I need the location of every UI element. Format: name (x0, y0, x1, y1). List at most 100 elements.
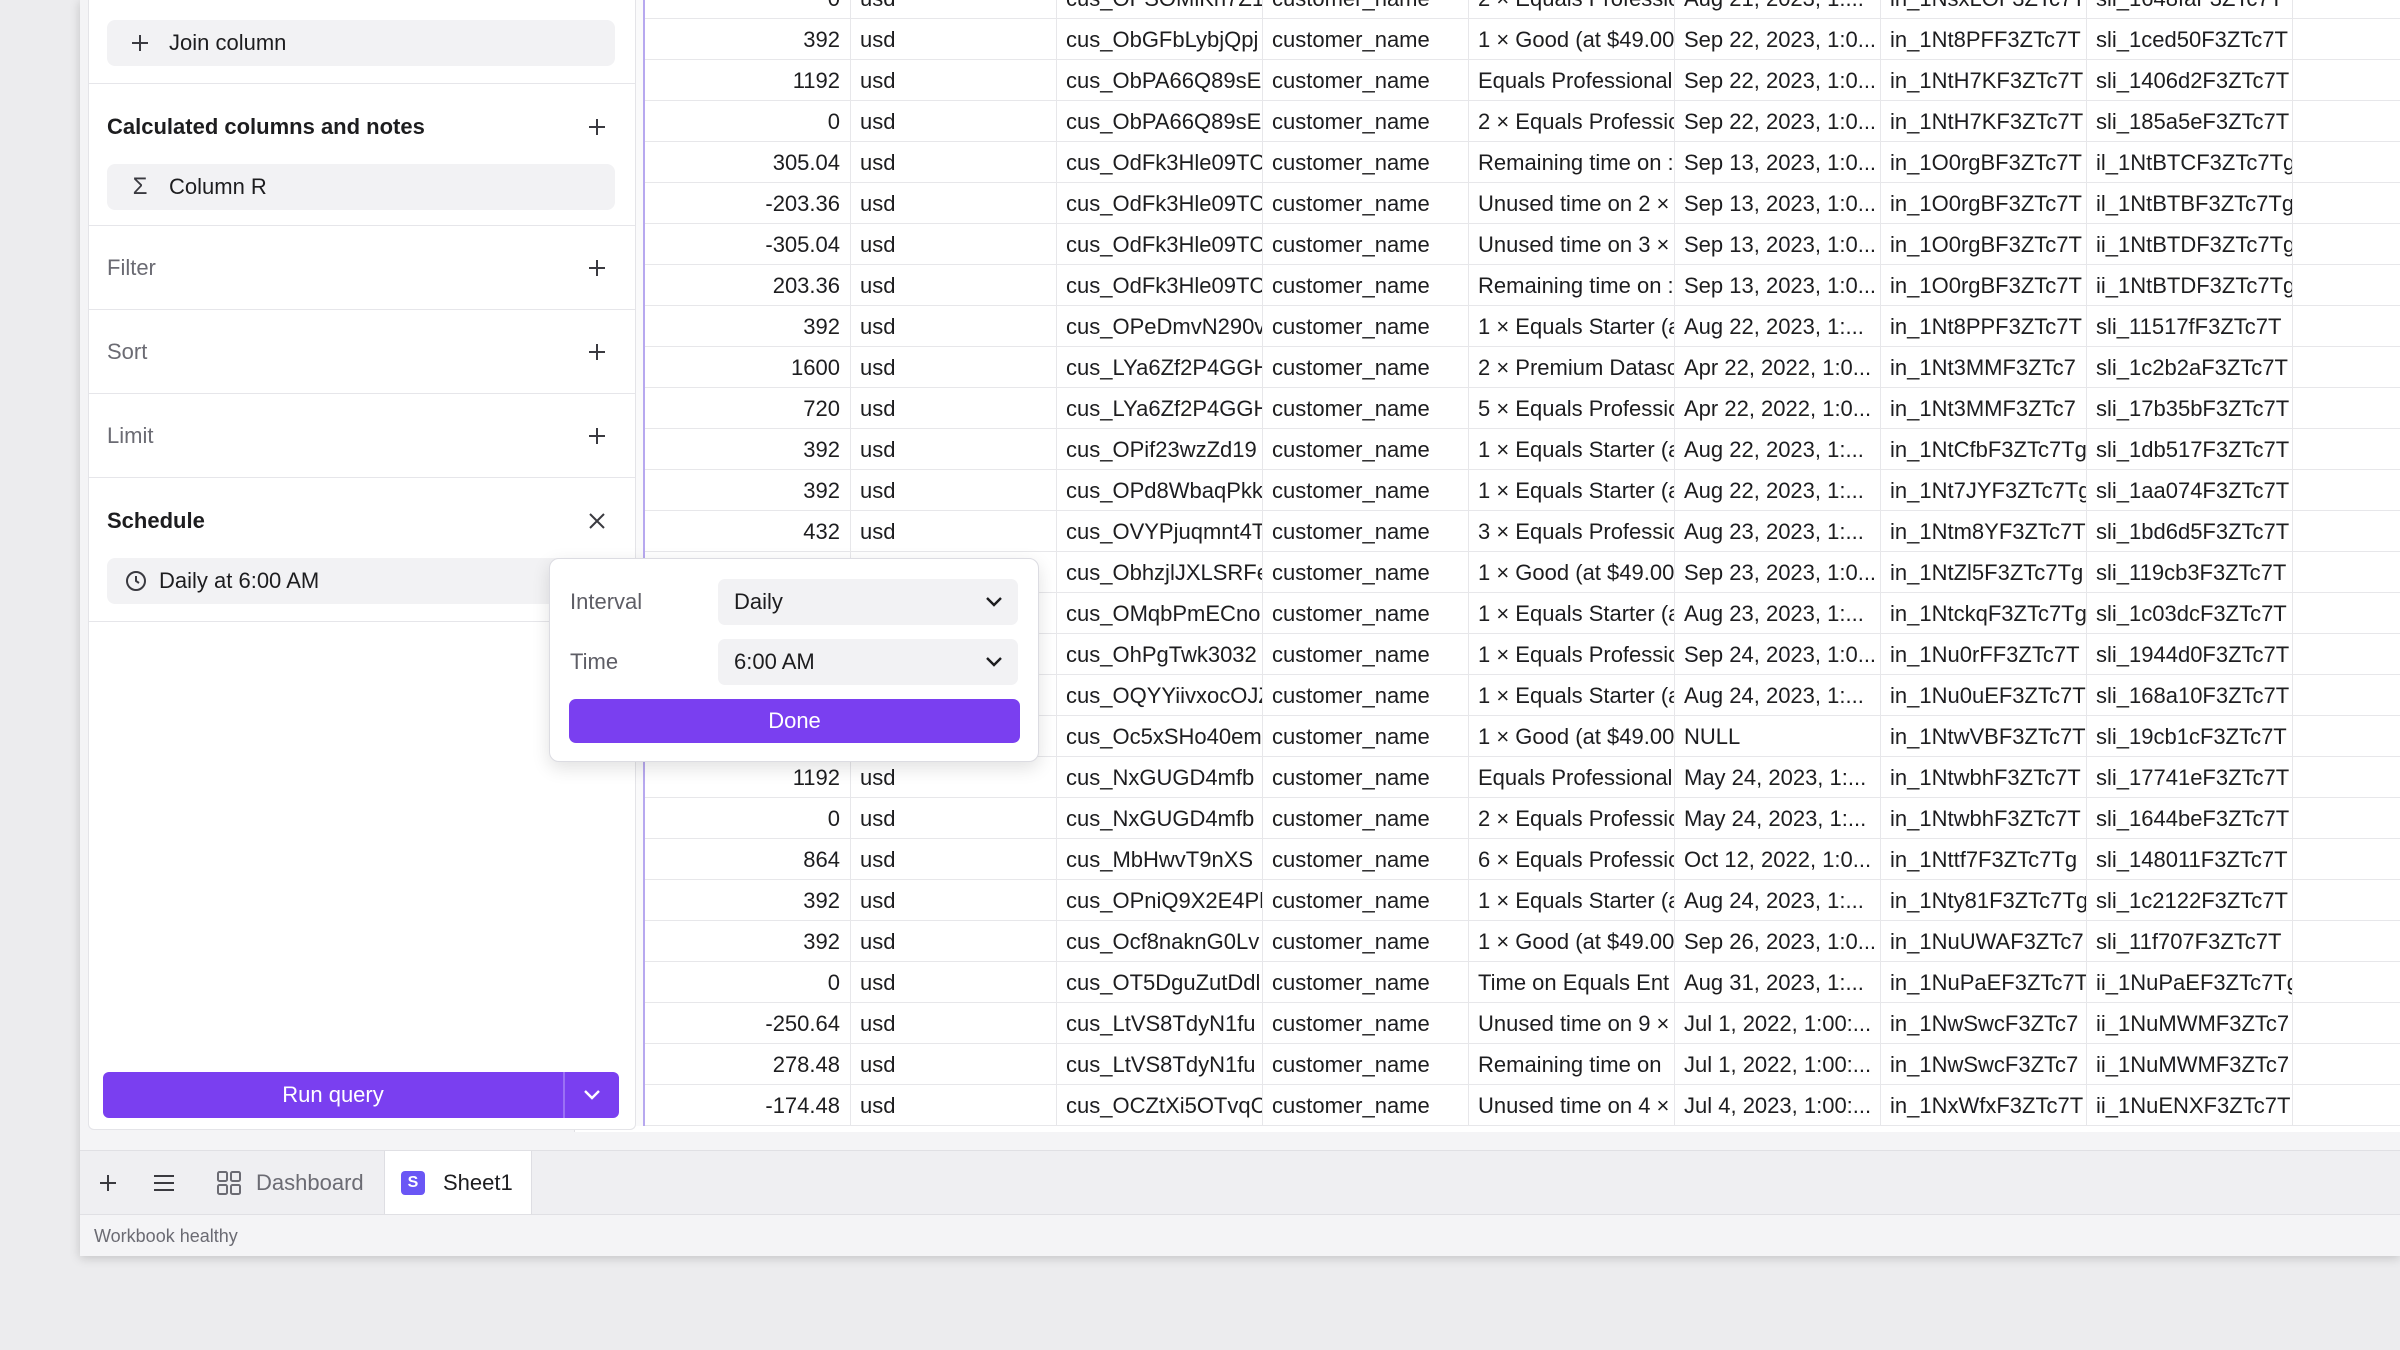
customer-id-cell[interactable]: cus_ObPA66Q89sE (1057, 101, 1263, 142)
schedule-summary-button[interactable]: Daily at 6:00 AM (107, 558, 615, 604)
date-cell[interactable]: Sep 13, 2023, 1:0... (1675, 224, 1881, 265)
table-row[interactable]: 38392usdcus_OPniQ9X2E4Plcustomer_name1 ×… (575, 880, 2400, 921)
date-cell[interactable]: Apr 22, 2022, 1:0... (1675, 388, 1881, 429)
line-item-id-cell[interactable]: sli_1db517F3ZTc7T (2087, 429, 2293, 470)
date-cell[interactable]: Sep 24, 2023, 1:0... (1675, 634, 1881, 675)
description-cell[interactable]: Time on Equals Ent (1469, 962, 1675, 1003)
date-cell[interactable]: Aug 21, 2023, 1:... (1675, 0, 1881, 19)
description-cell[interactable]: Remaining time on (1469, 1044, 1675, 1085)
date-cell[interactable]: Aug 24, 2023, 1:... (1675, 675, 1881, 716)
customer-id-cell[interactable]: cus_MbHwvT9nXS (1057, 839, 1263, 880)
customer-name-cell[interactable]: customer_name (1263, 265, 1469, 306)
line-item-id-cell[interactable]: sli_17b35bF3ZTc7T (2087, 388, 2293, 429)
amount-cell[interactable]: 203.36 (645, 265, 851, 306)
date-cell[interactable]: May 24, 2023, 1:... (1675, 757, 1881, 798)
description-cell[interactable]: 1 × Good (at $49.00 (1469, 921, 1675, 962)
table-row[interactable]: 43-174.48usdcus_OCZtXi5OTvqCcustomer_nam… (575, 1085, 2400, 1126)
line-item-id-cell[interactable]: ii_1NuMWMF3ZTc7 (2087, 1003, 2293, 1044)
amount-cell[interactable]: -203.36 (645, 183, 851, 224)
description-cell[interactable]: 5 × Equals Professic (1469, 388, 1675, 429)
amount-cell[interactable]: 392 (645, 429, 851, 470)
line-item-id-cell[interactable]: ii_1NuPaEF3ZTc7Tg (2087, 962, 2293, 1003)
customer-name-cell[interactable]: customer_name (1263, 757, 1469, 798)
customer-id-cell[interactable]: cus_OVYPjuqmnt4T (1057, 511, 1263, 552)
customer-name-cell[interactable]: customer_name (1263, 183, 1469, 224)
table-row[interactable]: 251600usdcus_LYa6Zf2P4GGHcustomer_name2 … (575, 347, 2400, 388)
customer-name-cell[interactable]: customer_name (1263, 19, 1469, 60)
add-filter-button[interactable] (579, 250, 615, 286)
customer-id-cell[interactable]: cus_ObPA66Q89sE (1057, 60, 1263, 101)
currency-cell[interactable]: usd (851, 224, 1057, 265)
currency-cell[interactable]: usd (851, 19, 1057, 60)
customer-id-cell[interactable]: cus_OPniQ9X2E4Pl (1057, 880, 1263, 921)
invoice-id-cell[interactable]: in_1O0rgBF3ZTc7T (1881, 142, 2087, 183)
customer-name-cell[interactable]: customer_name (1263, 306, 1469, 347)
table-row[interactable]: 27392usdcus_OPif23wzZd19customer_name1 ×… (575, 429, 2400, 470)
line-item-id-cell[interactable]: ii_1NtBTDF3ZTc7Tg (2087, 265, 2293, 306)
date-cell[interactable]: May 24, 2023, 1:... (1675, 798, 1881, 839)
customer-name-cell[interactable]: customer_name (1263, 388, 1469, 429)
amount-cell[interactable]: 1192 (645, 60, 851, 101)
customer-name-cell[interactable]: customer_name (1263, 880, 1469, 921)
currency-cell[interactable]: usd (851, 962, 1057, 1003)
amount-cell[interactable]: 432 (645, 511, 851, 552)
customer-id-cell[interactable]: cus_OdFk3Hle09TC (1057, 224, 1263, 265)
amount-cell[interactable]: -305.04 (645, 224, 851, 265)
invoice-id-cell[interactable]: in_1Nt8PFF3ZTc7T (1881, 19, 2087, 60)
currency-cell[interactable]: usd (851, 388, 1057, 429)
remove-schedule-button[interactable] (579, 503, 615, 539)
line-item-id-cell[interactable]: sli_1c2122F3ZTc7T (2087, 880, 2293, 921)
invoice-id-cell[interactable]: in_1NwSwcF3ZTc7 (1881, 1003, 2087, 1044)
customer-id-cell[interactable]: cus_OdFk3Hle09TC (1057, 142, 1263, 183)
currency-cell[interactable]: usd (851, 880, 1057, 921)
table-row[interactable]: 20305.04usdcus_OdFk3Hle09TCcustomer_name… (575, 142, 2400, 183)
invoice-id-cell[interactable]: in_1NtH7KF3ZTc7T (1881, 101, 2087, 142)
currency-cell[interactable]: usd (851, 347, 1057, 388)
line-item-id-cell[interactable]: sli_1406d2F3ZTc7T (2087, 60, 2293, 101)
table-row[interactable]: 28392usdcus_OPd8WbaqPkkcustomer_name1 × … (575, 470, 2400, 511)
customer-id-cell[interactable]: cus_Oc5xSHo40em (1057, 716, 1263, 757)
customer-id-cell[interactable]: cus_ObhzjlJXLSRFe (1057, 552, 1263, 593)
customer-name-cell[interactable]: customer_name (1263, 1003, 1469, 1044)
currency-cell[interactable]: usd (851, 470, 1057, 511)
line-item-id-cell[interactable]: sli_1644beF3ZTc7T (2087, 798, 2293, 839)
invoice-id-cell[interactable]: in_1NtZl5F3ZTc7Tg (1881, 552, 2087, 593)
customer-id-cell[interactable]: cus_OPSOMlKh7Z1 (1057, 0, 1263, 19)
invoice-id-cell[interactable]: in_1Nu0rFF3ZTc7T (1881, 634, 2087, 675)
currency-cell[interactable]: usd (851, 511, 1057, 552)
invoice-id-cell[interactable]: in_1NtwbhF3ZTc7T (1881, 757, 2087, 798)
currency-cell[interactable]: usd (851, 183, 1057, 224)
invoice-id-cell[interactable]: in_1NtH7KF3ZTc7T (1881, 60, 2087, 101)
description-cell[interactable]: 2 × Equals Professic (1469, 101, 1675, 142)
line-item-id-cell[interactable]: sli_1c03dcF3ZTc7T (2087, 593, 2293, 634)
customer-name-cell[interactable]: customer_name (1263, 962, 1469, 1003)
amount-cell[interactable]: 0 (645, 101, 851, 142)
invoice-id-cell[interactable]: in_1O0rgBF3ZTc7T (1881, 265, 2087, 306)
date-cell[interactable]: Apr 22, 2022, 1:0... (1675, 347, 1881, 388)
line-item-id-cell[interactable]: sli_11517fF3ZTc7T (2087, 306, 2293, 347)
sheets-menu-button[interactable] (136, 1151, 192, 1215)
customer-name-cell[interactable]: customer_name (1263, 716, 1469, 757)
description-cell[interactable]: 2 × Premium Datasc (1469, 347, 1675, 388)
date-cell[interactable]: Sep 22, 2023, 1:0... (1675, 60, 1881, 101)
description-cell[interactable]: 6 × Equals Professic (1469, 839, 1675, 880)
customer-id-cell[interactable]: cus_OQYYiivxocOJZ (1057, 675, 1263, 716)
customer-id-cell[interactable]: cus_LYa6Zf2P4GGH (1057, 388, 1263, 429)
customer-id-cell[interactable]: cus_OT5DguZutDdl (1057, 962, 1263, 1003)
description-cell[interactable]: Remaining time on : (1469, 142, 1675, 183)
invoice-id-cell[interactable]: in_1Nu0uEF3ZTc7T (1881, 675, 2087, 716)
customer-id-cell[interactable]: cus_ObGFbLybjQpj (1057, 19, 1263, 60)
interval-select[interactable]: Daily (718, 579, 1018, 625)
currency-cell[interactable]: usd (851, 265, 1057, 306)
line-item-id-cell[interactable]: sli_1944d0F3ZTc7T (2087, 634, 2293, 675)
date-cell[interactable]: Aug 22, 2023, 1:... (1675, 306, 1881, 347)
customer-id-cell[interactable]: cus_OPeDmvN290v (1057, 306, 1263, 347)
description-cell[interactable]: 1 × Equals Starter (a (1469, 470, 1675, 511)
invoice-id-cell[interactable]: in_1Nt8PPF3ZTc7T (1881, 306, 2087, 347)
customer-name-cell[interactable]: customer_name (1263, 552, 1469, 593)
customer-id-cell[interactable]: cus_OhPgTwk3032 (1057, 634, 1263, 675)
date-cell[interactable]: Sep 13, 2023, 1:0... (1675, 265, 1881, 306)
invoice-id-cell[interactable]: in_1NtCfbF3ZTc7Tg (1881, 429, 2087, 470)
customer-name-cell[interactable]: customer_name (1263, 470, 1469, 511)
amount-cell[interactable]: 0 (645, 962, 851, 1003)
